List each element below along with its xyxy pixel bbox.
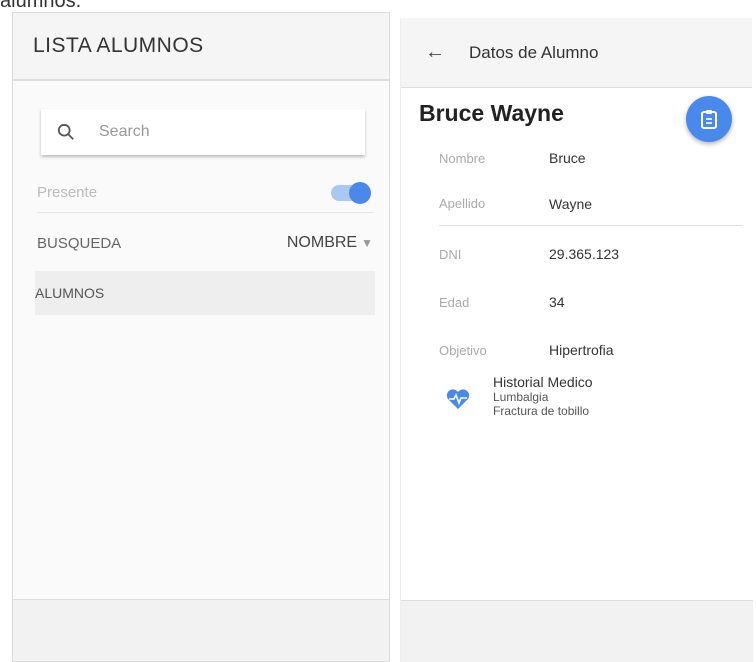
busqueda-label: BUSQUEDA — [37, 234, 122, 252]
field-value: Bruce — [549, 150, 586, 166]
busqueda-select[interactable]: NOMBRE ▼ — [287, 234, 373, 252]
field-value: 34 — [549, 294, 565, 310]
list-title: LISTA ALUMNOS — [33, 34, 204, 57]
student-list-screen: LISTA ALUMNOS Search Presente BUSQUEDA N… — [12, 12, 390, 662]
field-key: Apellido — [439, 196, 486, 211]
presente-row: Presente — [37, 173, 373, 213]
student-detail-screen: ← Datos de Alumno Bruce Wayne Nombre Bru… — [400, 18, 753, 662]
medical-history: Historial Medico Lumbalgia Fractura de t… — [445, 374, 593, 418]
history-line: Fractura de tobillo — [493, 404, 590, 418]
search-input[interactable]: Search — [41, 109, 365, 155]
list-header: LISTA ALUMNOS — [13, 13, 389, 81]
history-title: Historial Medico — [493, 374, 593, 390]
bottom-nav — [13, 599, 389, 661]
field-key: Nombre — [439, 150, 486, 166]
presente-toggle[interactable] — [331, 181, 371, 204]
heart-pulse-icon — [446, 389, 470, 409]
detail-header: ← Datos de Alumno — [401, 18, 752, 88]
section-label: ALUMNOS — [35, 285, 105, 301]
field-value: Hipertrofia — [549, 342, 614, 358]
field-key: Edad — [439, 294, 470, 310]
field-edad: Edad 34 — [439, 280, 743, 324]
section-header: ALUMNOS — [35, 271, 375, 315]
presente-label: Presente — [37, 184, 98, 201]
field-key: DNI — [439, 246, 462, 262]
busqueda-row: BUSQUEDA NOMBRE ▼ — [37, 221, 373, 265]
field-value: Wayne — [549, 195, 593, 212]
bottom-nav — [401, 600, 753, 662]
back-arrow-icon[interactable]: ← — [425, 41, 445, 64]
field-value: 29.365.123 — [549, 246, 620, 262]
field-dni: DNI 29.365.123 — [439, 232, 743, 276]
search-icon — [57, 123, 74, 140]
field-key: Objetivo — [439, 342, 487, 358]
clipboard-icon — [701, 110, 717, 129]
student-name: Bruce Wayne — [419, 100, 564, 126]
field-apellido: Apellido Wayne — [439, 182, 743, 226]
detail-title: Datos de Alumno — [469, 42, 599, 62]
history-line: Lumbalgia — [493, 390, 549, 404]
field-objetivo: Objetivo Hipertrofia — [439, 328, 743, 372]
toggle-knob — [349, 181, 371, 204]
search-placeholder: Search — [99, 123, 150, 140]
field-nombre: Nombre Bruce — [439, 136, 743, 180]
chevron-down-icon: ▼ — [361, 236, 373, 250]
busqueda-value: NOMBRE — [286, 234, 358, 251]
